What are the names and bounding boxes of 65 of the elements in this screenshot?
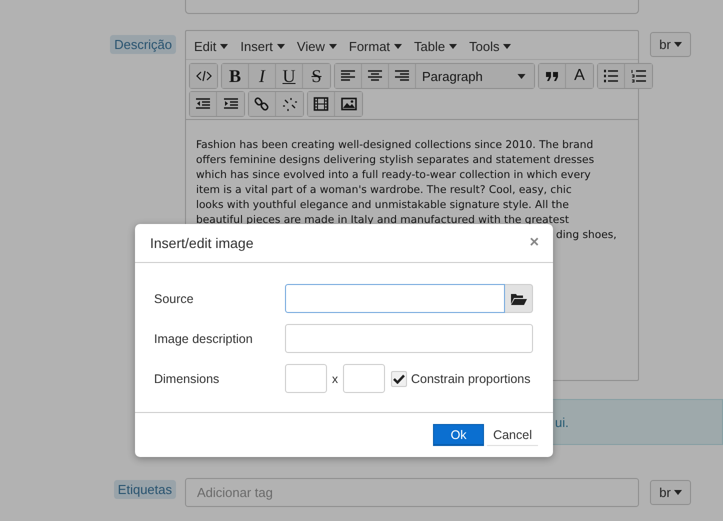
menu-item[interactable]: View: [290, 34, 343, 59]
code-icon: [196, 69, 212, 83]
checkbox-label: Constrain proportions: [411, 372, 531, 386]
align-center-icon: [367, 69, 383, 83]
caret-icon: [449, 44, 458, 49]
caret-icon: [674, 42, 682, 47]
field-label: Image description: [154, 332, 254, 346]
dialog-title: Insert/edit image: [150, 235, 254, 251]
numbered-list-icon: [630, 69, 646, 83]
language-dropdown[interactable]: br: [650, 480, 691, 505]
tag-input[interactable]: Adicionar tag: [185, 478, 639, 507]
menu-item[interactable]: Edit: [188, 34, 234, 59]
height-input[interactable]: [343, 364, 385, 393]
indent-icon: [222, 97, 238, 111]
ok-button[interactable]: Ok: [433, 424, 484, 446]
quote-icon: [544, 69, 560, 83]
paragraph-line: offers feminine designs delivering stylish separates and statement dresses: [196, 153, 596, 168]
caret-icon: [674, 490, 682, 495]
caret-icon: [394, 44, 402, 49]
browse-button[interactable]: [505, 284, 533, 313]
field-label: Dimensions: [154, 372, 220, 386]
caret-icon: [328, 44, 337, 49]
outdent-icon: [195, 97, 211, 111]
film-icon: [313, 97, 329, 111]
language-dropdown[interactable]: br: [650, 32, 691, 57]
caret-icon: [503, 44, 512, 49]
source-input[interactable]: [285, 284, 505, 313]
bullet-list-button[interactable]: [598, 64, 625, 88]
video-button[interactable]: [308, 92, 335, 116]
close-button[interactable]: ×: [530, 234, 539, 252]
outdent-button[interactable]: [190, 92, 217, 116]
field-label: Descrição: [110, 35, 176, 54]
align-right-icon: [394, 69, 410, 83]
paragraph-line: Fashion has been creating well-designed collections since 2010. The brand: [196, 138, 594, 153]
align-left-icon: [340, 69, 356, 83]
quote-button[interactable]: [539, 64, 566, 88]
bullet-list-icon: [603, 69, 619, 83]
link-icon: [254, 97, 270, 111]
paragraph-line: ding shoes,: [556, 228, 617, 243]
menu-item[interactable]: Table: [408, 34, 464, 59]
format-button[interactable]: B: [222, 64, 249, 88]
menu-item[interactable]: Tools: [463, 34, 518, 59]
width-input[interactable]: [285, 364, 327, 393]
notice-text: ui.: [554, 414, 569, 430]
paragraph-line: looks with youthful elegance and unmistakable signature style. All the: [196, 198, 570, 213]
image-icon: [340, 97, 356, 111]
field-label: Source: [154, 292, 195, 306]
caret-icon: [517, 74, 526, 78]
link-button[interactable]: [249, 92, 276, 116]
field-label: Etiquetas: [114, 480, 176, 499]
paragraph-line: item is a vital part of a woman's wardrobe. The result? Cool, easy, chic: [196, 183, 573, 198]
align-left-button[interactable]: [335, 64, 362, 88]
menu-item[interactable]: Insert: [234, 34, 291, 59]
menu-item[interactable]: Format: [342, 34, 408, 59]
dimension-separator: x: [331, 372, 339, 386]
caret-icon: [276, 44, 285, 49]
text-field[interactable]: [185, 0, 639, 14]
paragraph-line: which has since evolved into a full ready-to-wear collection in which every: [196, 168, 592, 183]
code-button[interactable]: [190, 64, 217, 88]
checkbox[interactable]: [391, 370, 407, 386]
folder-icon: [510, 292, 526, 304]
unlink-icon: [282, 97, 298, 111]
caret-icon: [220, 44, 228, 49]
paragraph-line: beautiful pieces are made in Italy and manufactured with the greatest: [196, 213, 570, 228]
description-input[interactable]: [285, 324, 533, 353]
